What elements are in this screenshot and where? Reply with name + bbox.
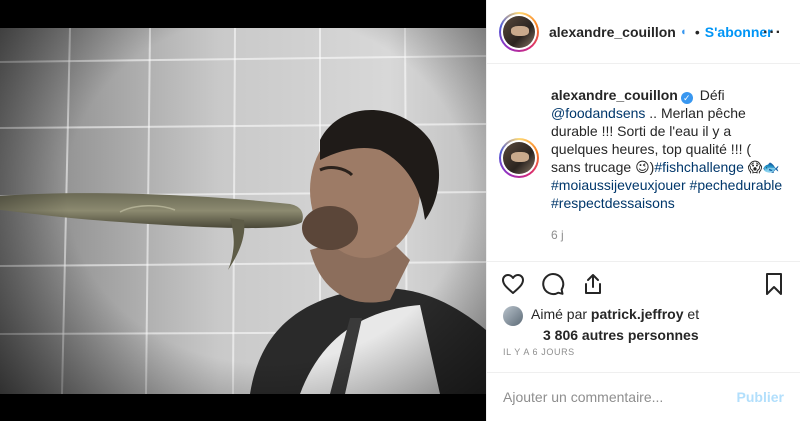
comment-icon[interactable] (541, 272, 565, 296)
more-horizontal-icon[interactable]: ··· (763, 24, 782, 42)
caption-author-avatar[interactable] (499, 138, 539, 178)
verified-icon: ✓ (680, 92, 693, 104)
hashtag-link[interactable]: #respectdessaisons (551, 195, 675, 211)
wink-emoji: 😉 (635, 159, 650, 175)
post-photo[interactable] (0, 0, 486, 421)
post-header: alexandre_couillon ◖ • S'abonner ··· (487, 0, 800, 64)
liker-avatar[interactable] (503, 306, 523, 326)
caption-text: alexandre_couillon ✓ Défi @foodandsens ..… (551, 86, 784, 244)
author-username[interactable]: alexandre_couillon (549, 24, 676, 40)
hashtag-link[interactable]: #moiaussijeveuxjouer (551, 177, 686, 193)
likes-prefix: Aimé par (531, 306, 591, 322)
hashtag-link[interactable]: #fishchallenge (654, 159, 744, 175)
publish-button[interactable]: Publier (737, 389, 784, 405)
author-avatar[interactable] (499, 11, 539, 52)
scream-fish-emoji: 😱🐟 (743, 159, 780, 175)
likes-others-link[interactable]: 3 806 autres personnes (543, 327, 699, 343)
separator-dot: • (694, 23, 700, 40)
comment-box: Ajouter un commentaire... Publier (487, 372, 800, 421)
likes-suffix: et (683, 306, 700, 322)
photo-illustration (0, 0, 486, 421)
caption-username[interactable]: alexandre_couillon (551, 87, 678, 103)
likes-summary: Aimé par patrick.jeffroy et 3 806 autres… (503, 305, 699, 343)
post-timestamp[interactable]: IL Y A 6 JOURS (503, 347, 575, 357)
post-sidebar: alexandre_couillon ◖ • S'abonner ··· ale… (486, 0, 800, 421)
liker-username[interactable]: patrick.jeffroy (591, 306, 684, 322)
bookmark-icon[interactable] (762, 272, 786, 296)
verified-icon: ◖ (679, 25, 687, 38)
heart-icon[interactable] (501, 272, 525, 296)
hashtag-link[interactable]: #pechedurable (690, 177, 783, 193)
caption-age[interactable]: 6 j (551, 226, 784, 244)
comment-input[interactable]: Ajouter un commentaire... (503, 389, 663, 405)
action-bar (487, 261, 800, 305)
post-caption: alexandre_couillon ✓ Défi @foodandsens ..… (487, 64, 800, 244)
share-icon[interactable] (581, 272, 605, 296)
caption-text-part: Défi (699, 87, 725, 103)
instagram-post: alexandre_couillon ◖ • S'abonner ··· ale… (0, 0, 800, 421)
mention-link[interactable]: @foodandsens (551, 105, 645, 121)
